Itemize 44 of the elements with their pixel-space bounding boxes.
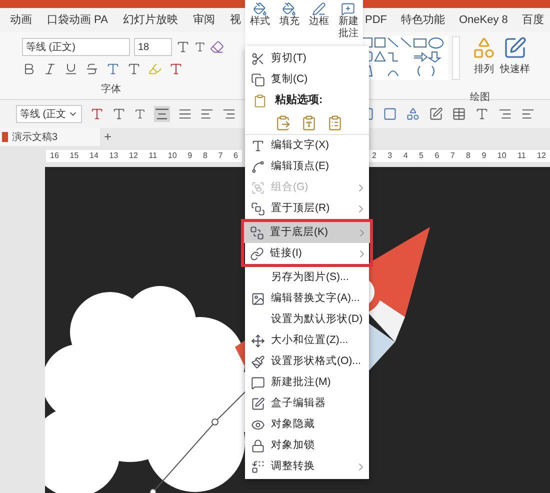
- menu-item-label: 盒子编辑器: [271, 396, 326, 411]
- ruler-number: 11: [518, 150, 526, 162]
- ruler-number: 12: [537, 150, 546, 162]
- ruler-number: 9: [482, 150, 486, 162]
- menu-item-label: 编辑文字(X): [271, 138, 329, 153]
- ruler-number: 15: [70, 150, 79, 162]
- ruler-number: 5: [419, 150, 424, 162]
- ruler-number: 8: [202, 150, 208, 162]
- ruler-number: 16: [50, 150, 59, 162]
- ruler-number: 2: [372, 150, 376, 162]
- ruler-number: 9: [188, 150, 192, 162]
- menu-item-label: 编辑替换文字(A)...: [271, 290, 360, 306]
- ruler-number: 7: [218, 150, 223, 162]
- document-tab-title: 演示文稿3: [12, 130, 58, 144]
- menu-item-label: 对象隐藏: [271, 416, 315, 432]
- group-label: 字体: [101, 82, 121, 97]
- menu-item-label: 对象加锁: [271, 438, 315, 453]
- menu-item-label: 设置形状格式(O)...: [271, 354, 361, 369]
- ruler-number: 10: [497, 150, 506, 162]
- ruler-number: 14: [90, 150, 98, 162]
- ruler-number: 4: [403, 150, 408, 162]
- menu-header-text: 粘贴选项:: [275, 92, 323, 108]
- ruler-number: 13: [109, 150, 118, 162]
- menu-item-label: 复制(C): [271, 72, 308, 87]
- menu-item-label: 链接(I): [270, 246, 302, 261]
- menu-item-label: 大小和位置(Z)...: [271, 332, 348, 348]
- menu-item-label: 编辑顶点(E): [271, 158, 329, 174]
- group-label: 绘图: [470, 91, 490, 105]
- ruler-number: 7: [450, 150, 455, 162]
- ruler-number: 6: [234, 150, 238, 162]
- ruler-number: 10: [168, 150, 177, 162]
- ruler-number: 11: [148, 150, 158, 162]
- menu-item-label: 新建批注(M): [271, 374, 331, 390]
- menu-item-label: 调整转换: [271, 458, 315, 474]
- ruler-number: 8: [466, 150, 470, 162]
- menu-item-label: 剪切(T): [271, 50, 306, 66]
- menu-item-label: 置于顶层(R): [271, 200, 330, 216]
- ruler-number: 3: [388, 150, 392, 162]
- menu-item-label: 组合(G): [271, 180, 308, 195]
- menu-item-label: 置于底层(K): [270, 224, 328, 240]
- ruler-number: 12: [129, 150, 138, 162]
- ruler-number: 6: [434, 150, 440, 162]
- menu-item-label: 另存为图片(S)...: [271, 270, 349, 285]
- menu-item-label: 设置为默认形状(D): [271, 312, 363, 327]
